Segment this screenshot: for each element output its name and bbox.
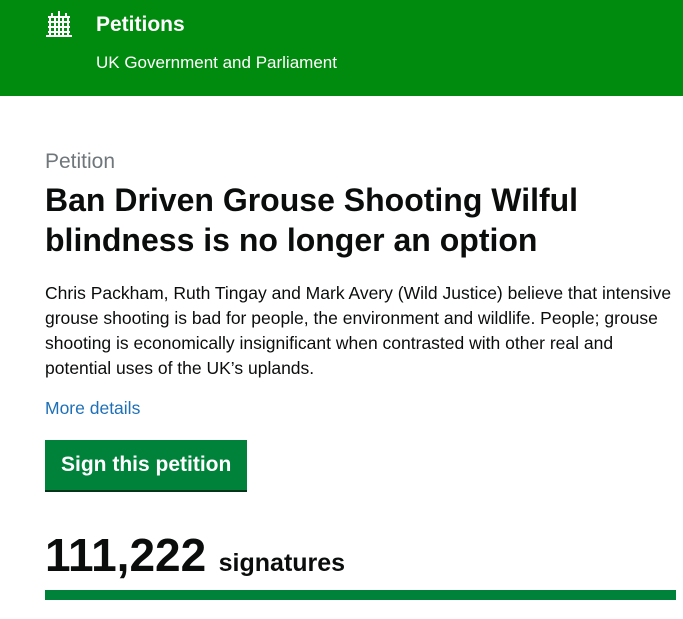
petition-title: Ban Driven Grouse Shooting Wilful blindn…: [45, 182, 579, 258]
signature-count-row: 111,222 signatures: [45, 527, 345, 591]
site-title-link[interactable]: Petitions: [96, 11, 185, 39]
signature-progress-bar: [45, 590, 676, 600]
signature-progress-fill: [45, 590, 676, 600]
sign-petition-button[interactable]: Sign this petition: [45, 440, 248, 490]
signature-count: 111,222: [45, 529, 207, 581]
site-subtitle: UK Government and Parliament: [96, 53, 337, 72]
more-details-link[interactable]: More details: [45, 396, 140, 420]
portcullis-icon: [46, 11, 72, 37]
signature-count-label: signatures: [218, 549, 346, 577]
site-header: Petitions UK Government and Parliament: [0, 0, 683, 96]
petition-eyebrow: Petition: [45, 150, 116, 173]
petition-summary: Chris Packham, Ruth Tingay and Mark Aver…: [45, 283, 672, 378]
